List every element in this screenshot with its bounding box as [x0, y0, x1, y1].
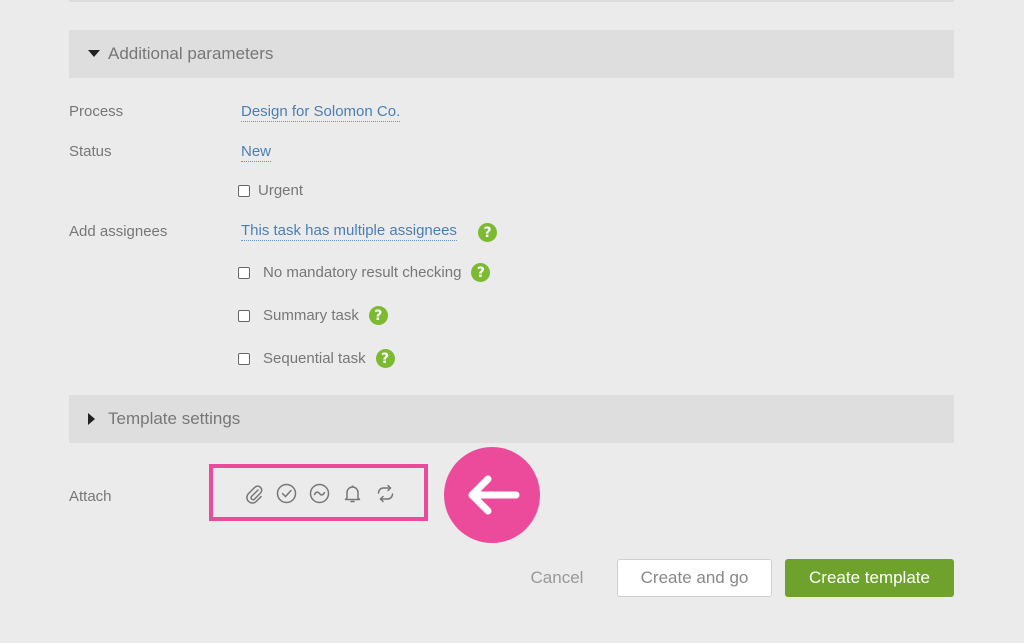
check-circle-icon[interactable] [276, 483, 297, 504]
sequential-task-checkbox[interactable] [238, 352, 250, 365]
assignees-label: Add assignees [69, 223, 168, 240]
create-template-button[interactable]: Create template [785, 559, 954, 597]
help-icon[interactable]: ? [471, 263, 491, 282]
top-divider [69, 0, 954, 2]
attach-toolbar [243, 483, 396, 504]
no-mandatory-checkbox[interactable] [238, 266, 250, 279]
sequential-task-label: Sequential task [263, 350, 366, 367]
process-link[interactable]: Design for Solomon Co. [241, 103, 401, 122]
template-settings-title: Template settings [108, 409, 241, 428]
help-icon[interactable]: ? [368, 306, 388, 325]
no-mandatory-row[interactable]: No mandatory result checking ? [238, 263, 491, 282]
summary-task-label: Summary task [263, 307, 359, 324]
wave-circle-icon[interactable] [309, 483, 330, 504]
status-label: Status [69, 143, 112, 160]
bell-icon[interactable] [342, 483, 363, 504]
create-and-go-button[interactable]: Create and go [617, 559, 772, 597]
no-mandatory-label: No mandatory result checking [263, 264, 462, 281]
repeat-icon[interactable] [375, 483, 396, 504]
help-icon[interactable]: ? [478, 223, 497, 242]
help-icon[interactable]: ? [375, 349, 395, 368]
paperclip-icon[interactable] [243, 483, 264, 504]
arrow-left-icon [444, 447, 540, 543]
additional-parameters-title: Additional parameters [108, 44, 274, 63]
attach-label: Attach [69, 488, 112, 505]
process-label: Process [69, 103, 124, 120]
sequential-task-row[interactable]: Sequential task ? [238, 349, 395, 368]
urgent-row[interactable]: Urgent [238, 182, 303, 199]
template-settings-header[interactable]: Template settings [69, 395, 954, 443]
summary-task-row[interactable]: Summary task ? [238, 306, 388, 325]
multiple-assignees-link[interactable]: This task has multiple assignees [241, 222, 457, 241]
caret-down-icon [88, 50, 108, 58]
summary-task-checkbox[interactable] [238, 309, 250, 322]
caret-right-icon [88, 413, 108, 425]
urgent-checkbox[interactable] [238, 184, 250, 197]
cancel-button[interactable]: Cancel [520, 559, 594, 597]
status-link[interactable]: New [241, 143, 272, 162]
additional-parameters-header[interactable]: Additional parameters [69, 30, 954, 78]
urgent-label: Urgent [258, 182, 304, 199]
